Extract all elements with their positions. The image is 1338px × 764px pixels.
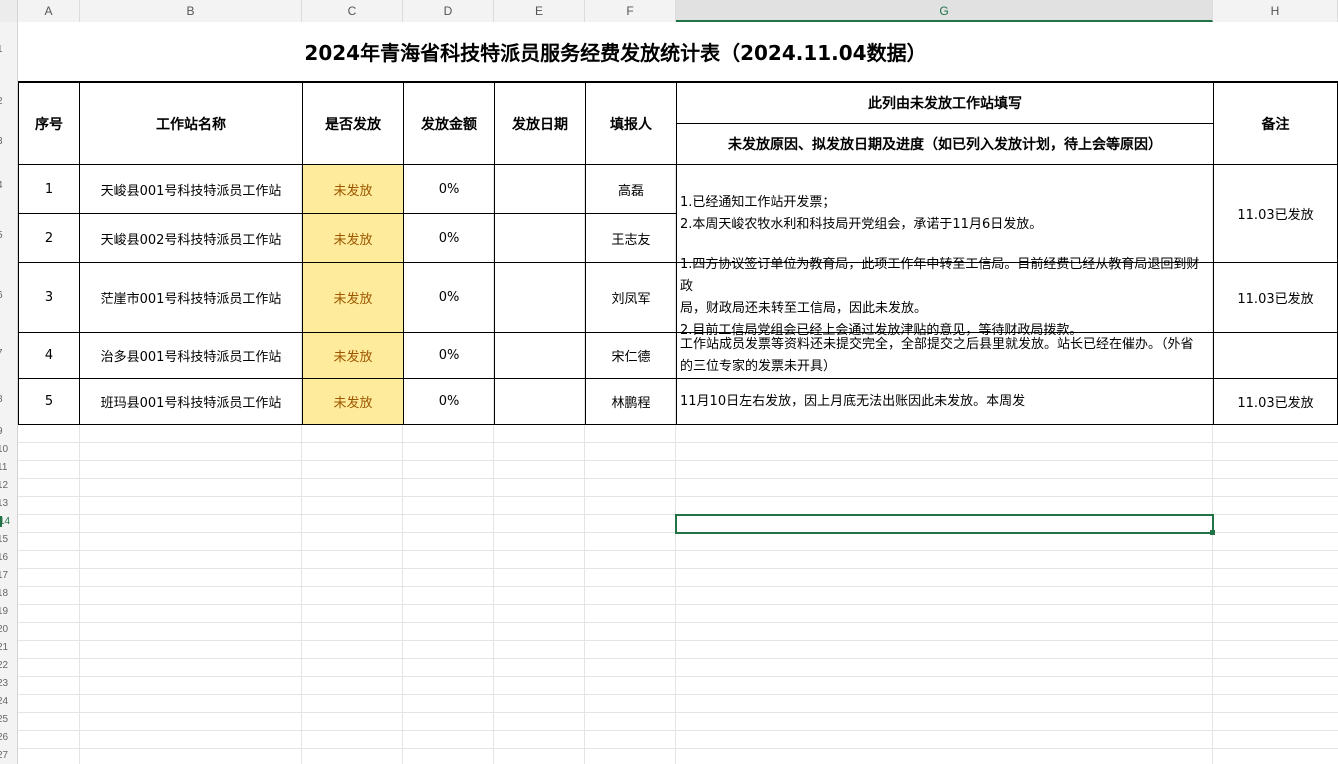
column-header-c[interactable]: C bbox=[302, 0, 403, 22]
row3-station[interactable]: 茫崖市001号科技特派员工作站 bbox=[79, 262, 303, 333]
row4-date[interactable] bbox=[494, 332, 586, 379]
row-header-3[interactable]: 3 bbox=[0, 136, 17, 147]
row-header-10[interactable]: 10 bbox=[0, 444, 17, 455]
row-header-11[interactable]: 11 bbox=[0, 462, 17, 473]
sheet-title[interactable]: 2024年青海省科技特派员服务经费发放统计表（2024.11.04数据） bbox=[18, 22, 1213, 82]
row-header-5[interactable]: 5 bbox=[0, 230, 17, 241]
row4-issued[interactable]: 未发放 bbox=[302, 332, 404, 379]
row-header-14[interactable]: 14 bbox=[0, 516, 17, 527]
column-header-g[interactable]: G bbox=[676, 0, 1213, 22]
header-reporter[interactable]: 填报人 bbox=[585, 82, 677, 165]
row-header-8[interactable]: 8 bbox=[0, 394, 17, 405]
note-row-4[interactable] bbox=[1213, 332, 1338, 379]
row-header-16[interactable]: 16 bbox=[0, 552, 17, 563]
row3-issued[interactable]: 未发放 bbox=[302, 262, 404, 333]
cell-h1[interactable] bbox=[1213, 22, 1338, 82]
reason-1-2-line2: 2.本周天峻农牧水利和科技局开党组会，承诺于11月6日发放。 bbox=[680, 216, 1043, 232]
row-header-17[interactable]: 17 bbox=[0, 570, 17, 581]
row3-reporter[interactable]: 刘凤军 bbox=[585, 262, 677, 333]
row5-issued[interactable]: 未发放 bbox=[302, 378, 404, 425]
row1-reporter[interactable]: 高磊 bbox=[585, 164, 677, 214]
row-header-25[interactable]: 25 bbox=[0, 714, 17, 725]
row-header-27[interactable]: 27 bbox=[0, 750, 17, 761]
row-header-23[interactable]: 23 bbox=[0, 678, 17, 689]
reason-row-3[interactable]: 1.四方协议签订单位为教育局，此项工作年中转至工信局。目前经费已经从教育局退回到… bbox=[676, 257, 1214, 338]
header-g-top[interactable]: 此列由未发放工作站填写 bbox=[676, 82, 1214, 124]
header-seq[interactable]: 序号 bbox=[18, 82, 80, 165]
note-row-5[interactable]: 11.03已发放 bbox=[1213, 378, 1338, 425]
row1-station[interactable]: 天峻县001号科技特派员工作站 bbox=[79, 164, 303, 214]
row5-seq[interactable]: 5 bbox=[18, 378, 80, 425]
header-date[interactable]: 发放日期 bbox=[494, 82, 586, 165]
row3-seq[interactable]: 3 bbox=[18, 262, 80, 333]
row4-reporter[interactable]: 宋仁德 bbox=[585, 332, 677, 379]
selected-cell-g14[interactable] bbox=[675, 514, 1214, 534]
header-issued[interactable]: 是否发放 bbox=[302, 82, 404, 165]
row-header-4[interactable]: 4 bbox=[0, 180, 17, 191]
row-header-2[interactable]: 2 bbox=[0, 96, 17, 107]
row3-amount[interactable]: 0% bbox=[403, 262, 495, 333]
row-header-20[interactable]: 20 bbox=[0, 624, 17, 635]
row1-amount[interactable]: 0% bbox=[403, 164, 495, 214]
row5-reporter[interactable]: 林鹏程 bbox=[585, 378, 677, 425]
row-header-21[interactable]: 21 bbox=[0, 642, 17, 653]
row-header-bar: 1 2 3 4 5 6 7 8 9 10 11 12 13 14 15 16 1… bbox=[0, 22, 18, 764]
row-header-22[interactable]: 22 bbox=[0, 660, 17, 671]
note-rows-1-2[interactable]: 11.03已发放 bbox=[1213, 164, 1338, 263]
row-header-26[interactable]: 26 bbox=[0, 732, 17, 743]
reason-4-line2: 的三位专家的发票未开具） bbox=[680, 358, 837, 374]
select-all-corner[interactable] bbox=[0, 0, 18, 22]
reason-3-line2: 局，财政局还未转至工信局，因此未发放。 bbox=[680, 300, 928, 316]
column-header-d[interactable]: D bbox=[403, 0, 494, 22]
column-header-f[interactable]: F bbox=[585, 0, 676, 22]
fill-handle[interactable] bbox=[1210, 530, 1215, 535]
column-header-a[interactable]: A bbox=[18, 0, 80, 22]
reason-4-line1: 工作站成员发票等资料还未提交完全，全部提交之后县里就发放。站长已经在催办。（外省 bbox=[680, 336, 1194, 352]
row-header-7[interactable]: 7 bbox=[0, 348, 17, 359]
column-header-e[interactable]: E bbox=[494, 0, 585, 22]
row1-seq[interactable]: 1 bbox=[18, 164, 80, 214]
note-row-3[interactable]: 11.03已发放 bbox=[1213, 262, 1338, 333]
row-header-12[interactable]: 12 bbox=[0, 480, 17, 491]
row2-station[interactable]: 天峻县002号科技特派员工作站 bbox=[79, 213, 303, 263]
row-header-13[interactable]: 13 bbox=[0, 498, 17, 509]
row1-issued[interactable]: 未发放 bbox=[302, 164, 404, 214]
spreadsheet: A B C D E F G H 1 2 3 4 5 6 7 8 9 10 11 … bbox=[0, 0, 1338, 764]
header-amount[interactable]: 发放金额 bbox=[403, 82, 495, 165]
row2-reporter[interactable]: 王志友 bbox=[585, 213, 677, 263]
row4-amount[interactable]: 0% bbox=[403, 332, 495, 379]
reason-row-4[interactable]: 工作站成员发票等资料还未提交完全，全部提交之后县里就发放。站长已经在催办。（外省… bbox=[676, 332, 1214, 379]
row-header-19[interactable]: 19 bbox=[0, 606, 17, 617]
reason-row-5[interactable]: 11月10日左右发放，因上月底无法出账因此未发放。本周发 bbox=[676, 378, 1214, 425]
reason-3-line1: 1.四方协议签订单位为教育局，此项工作年中转至工信局。目前经费已经从教育局退回到… bbox=[680, 256, 1200, 294]
row2-seq[interactable]: 2 bbox=[18, 213, 80, 263]
header-g-sub[interactable]: 未发放原因、拟发放日期及进度（如已列入发放计划，待上会等原因） bbox=[676, 123, 1214, 165]
reason-1-2-line1: 1.已经通知工作站开发票； bbox=[680, 194, 836, 210]
reason-rows-1-2[interactable]: 1.已经通知工作站开发票； 2.本周天峻农牧水利和科技局开党组会，承诺于11月6… bbox=[676, 164, 1214, 263]
row-header-24[interactable]: 24 bbox=[0, 696, 17, 707]
row4-station[interactable]: 治多县001号科技特派员工作站 bbox=[79, 332, 303, 379]
row2-date[interactable] bbox=[494, 213, 586, 263]
column-header-b[interactable]: B bbox=[80, 0, 302, 22]
header-station[interactable]: 工作站名称 bbox=[79, 82, 303, 165]
row-header-6[interactable]: 6 bbox=[0, 290, 17, 301]
row2-amount[interactable]: 0% bbox=[403, 213, 495, 263]
row5-station[interactable]: 班玛县001号科技特派员工作站 bbox=[79, 378, 303, 425]
header-note[interactable]: 备注 bbox=[1213, 82, 1338, 165]
row3-date[interactable] bbox=[494, 262, 586, 333]
row-header-18[interactable]: 18 bbox=[0, 588, 17, 599]
row-header-15[interactable]: 15 bbox=[0, 534, 17, 545]
row-header-1[interactable]: 1 bbox=[0, 44, 17, 55]
row2-issued[interactable]: 未发放 bbox=[302, 213, 404, 263]
row1-date[interactable] bbox=[494, 164, 586, 214]
row-header-9[interactable]: 9 bbox=[0, 426, 17, 437]
column-header-h[interactable]: H bbox=[1213, 0, 1338, 22]
row5-amount[interactable]: 0% bbox=[403, 378, 495, 425]
row5-date[interactable] bbox=[494, 378, 586, 425]
column-header-bar: A B C D E F G H bbox=[0, 0, 1338, 23]
row4-seq[interactable]: 4 bbox=[18, 332, 80, 379]
